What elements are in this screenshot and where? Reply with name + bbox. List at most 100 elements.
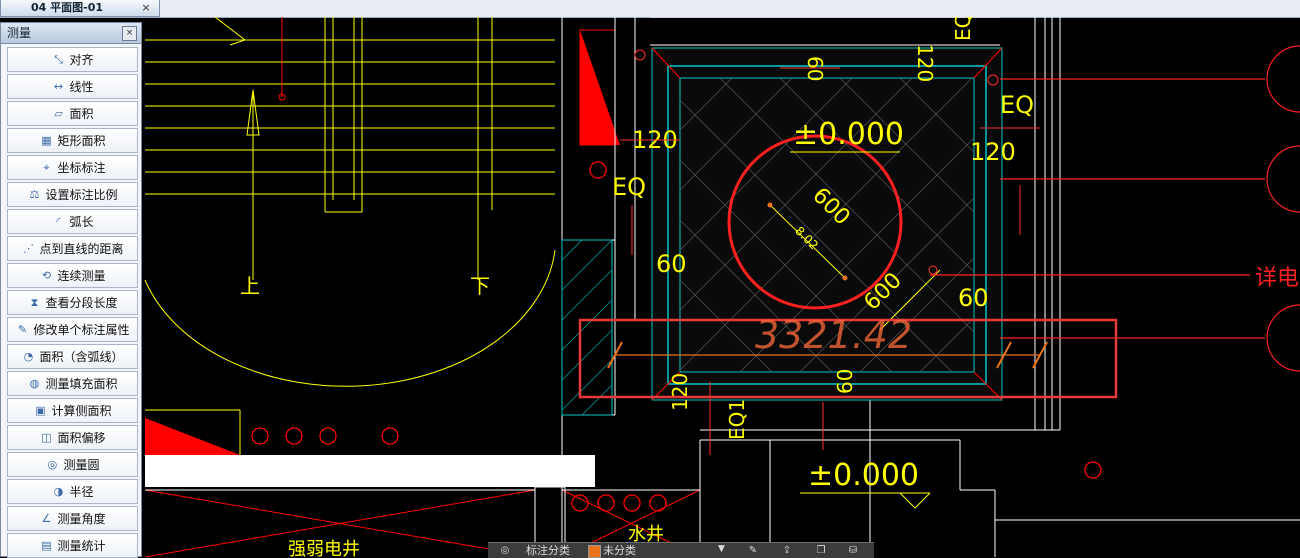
- area-offset-icon: ◫: [41, 430, 52, 444]
- circle-measure-icon: ◎: [47, 457, 58, 471]
- measure-tool-label: 面积偏移: [57, 431, 106, 445]
- shaft-label: 强弱电井: [288, 539, 360, 557]
- rect-area-icon: ▦: [41, 133, 52, 147]
- stair-area: [144, 17, 556, 455]
- edit-icon[interactable]: ✎: [746, 544, 760, 557]
- eq-top: EQ: [951, 17, 975, 41]
- cad-drawing-canvas[interactable]: 上 下 强弱电井 水井 600 8.02 600 ±0.000 ±0.000 1…: [0, 17, 1300, 557]
- measure-tool-17[interactable]: ◑ 半径: [7, 479, 138, 504]
- measure-panel: 测量 × ⤡ 对齐 ↔ 线性 ▱ 面积 ▦ 矩形面积 ⌖ 坐标标注 ⚖ 设置标注比例 ◜ 弧长 ⋰ 点到直线的…: [0, 22, 142, 558]
- document-tab-title: 04 平面图-01: [31, 1, 104, 14]
- linear-measure-icon: ↔: [53, 79, 64, 93]
- measure-tool-label: 测量角度: [57, 512, 106, 526]
- category-color-swatch: [588, 545, 601, 558]
- measure-tool-label: 设置标注比例: [45, 188, 118, 202]
- measure-tool-19[interactable]: ▤ 测量统计: [7, 533, 138, 558]
- eq-left: EQ: [612, 173, 646, 201]
- document-tab[interactable]: 04 平面图-01 ×: [0, 0, 160, 17]
- category-label: 标注分类: [526, 544, 570, 557]
- level-lower-label: ±0.000: [808, 458, 919, 493]
- stair-up-label: 上: [240, 274, 260, 298]
- measure-tool-11[interactable]: ✎ 修改单个标注属性: [7, 317, 138, 342]
- fill-area-icon: ◍: [29, 376, 40, 390]
- measure-tool-label: 坐标标注: [57, 161, 106, 175]
- measure-tool-label: 测量圆: [63, 458, 100, 472]
- tab-close-icon[interactable]: ×: [140, 0, 152, 15]
- measure-tool-14[interactable]: ▣ 计算侧面积: [7, 398, 138, 423]
- area-icon: ▱: [54, 106, 63, 120]
- stair-arc: [144, 249, 556, 387]
- stair-corner-mark: [214, 17, 247, 46]
- share-icon[interactable]: ⇪: [780, 544, 794, 557]
- panel-title-bar: 测量 ×: [1, 23, 141, 44]
- arc-area-icon: ◔: [23, 349, 34, 363]
- stair-down-label: 下: [470, 274, 490, 298]
- measure-tool-label: 查看分段长度: [45, 296, 118, 310]
- measure-tool-label: 测量统计: [57, 539, 106, 553]
- measure-tool-1[interactable]: ⤡ 对齐: [7, 47, 138, 72]
- measurement-value: 3321.42: [755, 313, 912, 357]
- measure-tool-4[interactable]: ▦ 矩形面积: [7, 128, 138, 153]
- align-measure-icon: ⤡: [54, 52, 63, 66]
- edit-annotation-icon: ✎: [17, 322, 28, 336]
- white-strip: [145, 455, 595, 487]
- category-select[interactable]: 未分类: [603, 544, 636, 557]
- measure-tool-12[interactable]: ◔ 面积（含弧线）: [7, 344, 138, 369]
- dim-120-bottom: 120: [668, 373, 692, 411]
- measure-tool-8[interactable]: ⋰ 点到直线的距离: [7, 236, 138, 261]
- dim-60-top: 60: [803, 56, 827, 81]
- point-line-distance-icon: ⋰: [22, 241, 34, 255]
- panel-close-icon[interactable]: ×: [122, 26, 137, 41]
- measure-tool-label: 矩形面积: [57, 134, 106, 148]
- measure-tool-label: 对齐: [69, 53, 94, 67]
- annotation-category-bar: ◎ 标注分类 未分类 ▼ ✎ ⇪ ❐ ⛁: [488, 542, 874, 558]
- measure-tool-10[interactable]: ⧗ 查看分段长度: [7, 290, 138, 315]
- measure-tool-label: 弧长: [69, 215, 94, 229]
- measure-tool-label: 连续测量: [57, 269, 106, 283]
- measure-tool-label: 测量填充面积: [45, 377, 118, 391]
- copy-icon[interactable]: ❐: [814, 544, 828, 557]
- chevron-down-icon[interactable]: ▼: [718, 544, 725, 554]
- scale-icon: ⚖: [29, 187, 40, 201]
- panel-title: 测量: [7, 26, 32, 40]
- dim-120-top: 120: [913, 44, 937, 82]
- side-area-icon: ▣: [35, 403, 46, 417]
- measure-tool-label: 修改单个标注属性: [33, 323, 130, 337]
- dim-120-right: 120: [970, 138, 1016, 166]
- detail-label: 详电: [1255, 266, 1299, 291]
- measure-tool-9[interactable]: ⟲ 连续测量: [7, 263, 138, 288]
- level-main-label: ±0.000: [793, 117, 904, 152]
- angle-icon: ∠: [41, 511, 52, 525]
- statistics-icon: ▤: [41, 538, 52, 552]
- radius-icon: ◑: [53, 484, 64, 498]
- measure-tool-label: 半径: [69, 485, 94, 499]
- measure-tool-18[interactable]: ∠ 测量角度: [7, 506, 138, 531]
- measure-tool-5[interactable]: ⌖ 坐标标注: [7, 155, 138, 180]
- measure-tool-label: 面积: [69, 107, 94, 121]
- segment-length-icon: ⧗: [30, 295, 39, 309]
- measure-tool-7[interactable]: ◜ 弧长: [7, 209, 138, 234]
- dim-60-bottom: 60: [833, 369, 857, 394]
- red-wedge-top: [580, 30, 620, 145]
- measure-tool-3[interactable]: ▱ 面积: [7, 101, 138, 126]
- measure-tool-6[interactable]: ⚖ 设置标注比例: [7, 182, 138, 207]
- eq-right: EQ: [1000, 91, 1034, 119]
- measure-tool-15[interactable]: ◫ 面积偏移: [7, 425, 138, 450]
- arc-length-icon: ◜: [56, 214, 61, 228]
- measure-tool-label: 线性: [69, 80, 94, 94]
- people-icon[interactable]: ◎: [498, 544, 512, 557]
- measure-tool-16[interactable]: ◎ 测量圆: [7, 452, 138, 477]
- dim-60-right: 60: [958, 284, 989, 312]
- measure-tool-13[interactable]: ◍ 测量填充面积: [7, 371, 138, 396]
- measure-tool-label: 面积（含弧线）: [39, 350, 124, 364]
- coordinate-icon: ⌖: [43, 160, 50, 174]
- hatched-wall-left: [561, 239, 613, 416]
- document-tab-bar: 04 平面图-01 ×: [0, 0, 1300, 18]
- red-wedge-left: [145, 418, 240, 455]
- measure-tool-label: 点到直线的距离: [39, 242, 124, 256]
- continuous-measure-icon: ⟲: [41, 268, 52, 282]
- eq-bottom: EQ1: [725, 399, 749, 440]
- database-icon[interactable]: ⛁: [846, 544, 860, 557]
- measure-tool-label: 计算侧面积: [51, 404, 112, 418]
- measure-tool-2[interactable]: ↔ 线性: [7, 74, 138, 99]
